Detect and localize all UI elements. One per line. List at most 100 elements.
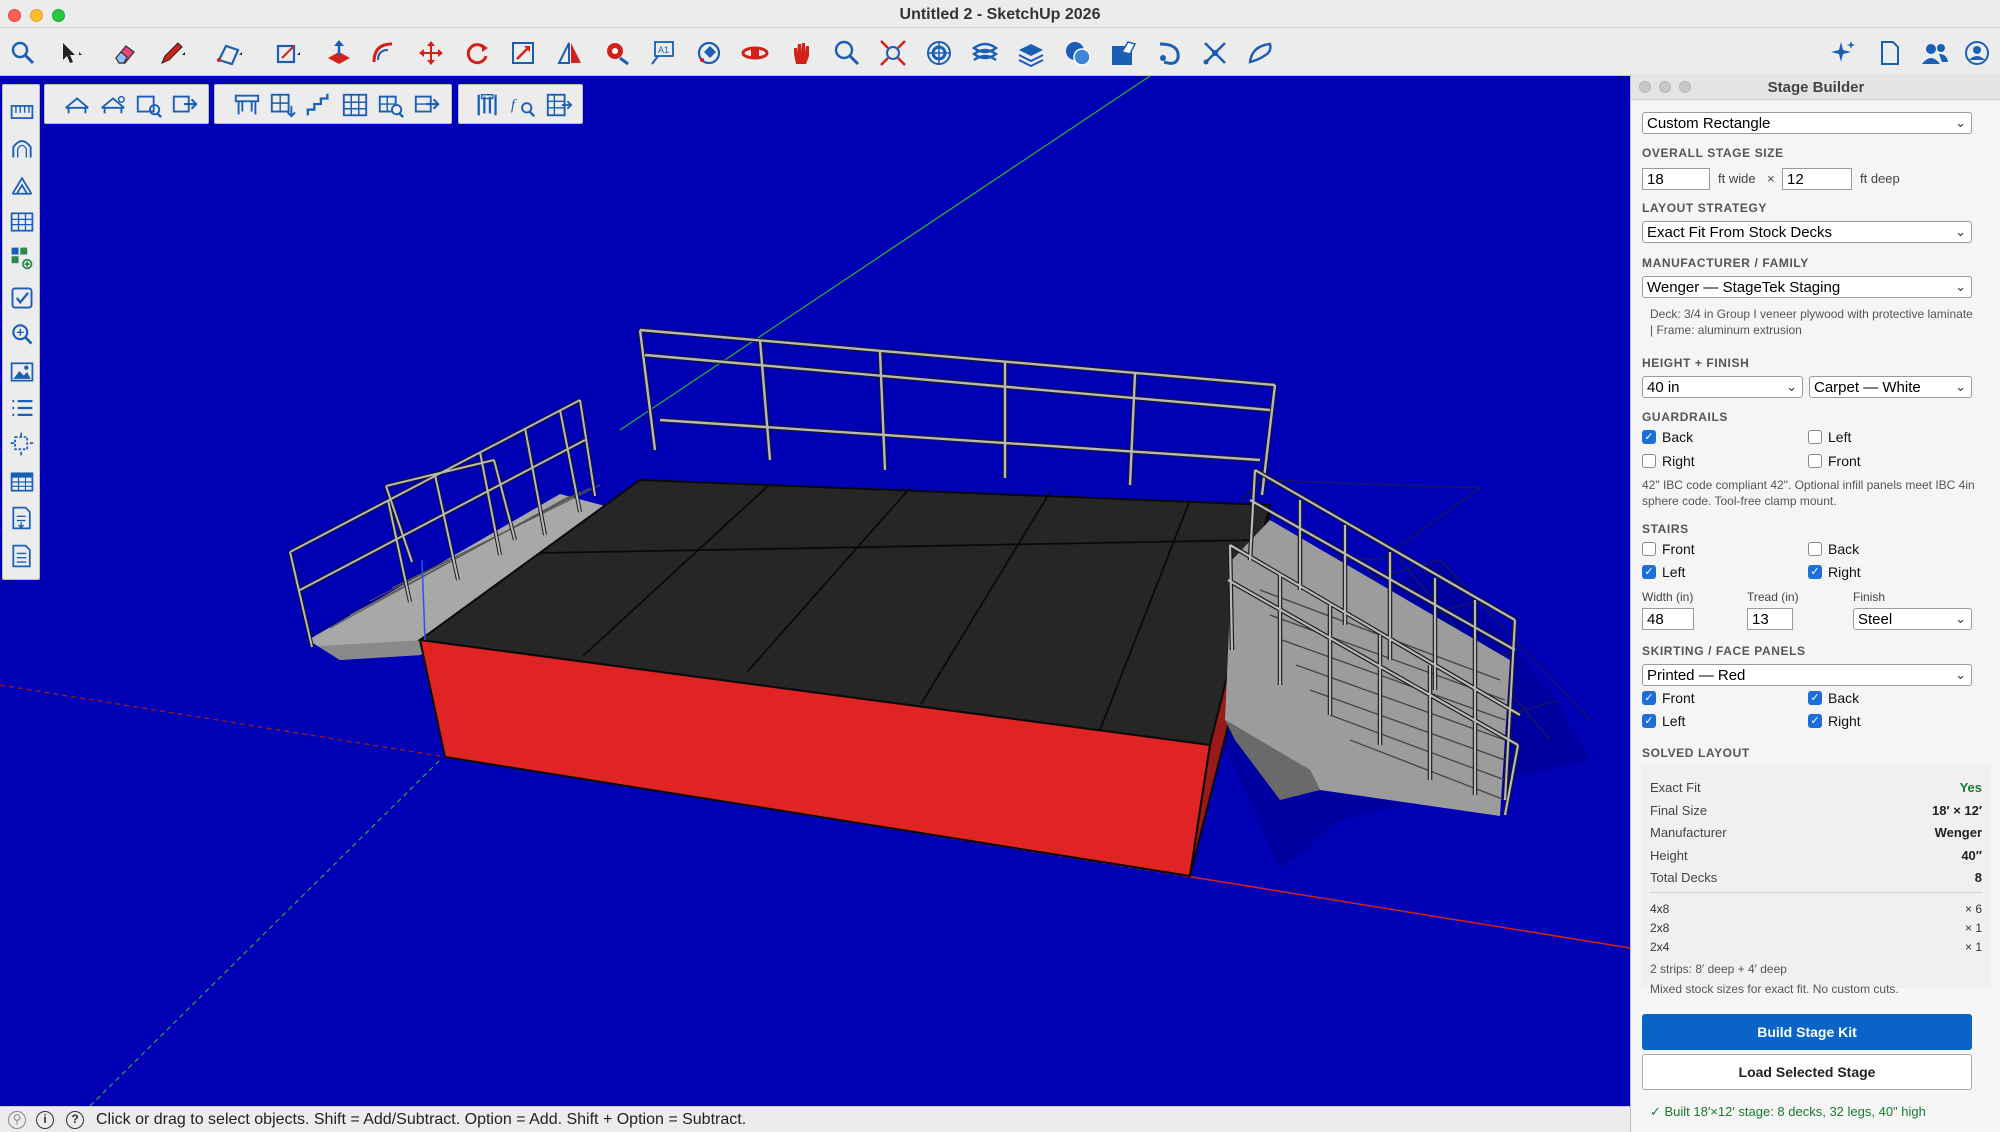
- eraser-icon[interactable]: [108, 36, 142, 70]
- stairs-right-label: Right: [1828, 564, 1861, 580]
- paint-bucket-icon[interactable]: [692, 36, 726, 70]
- columns-icon[interactable]: [473, 89, 505, 121]
- guardrail-right-checkbox[interactable]: Right: [1642, 453, 1695, 469]
- solid-tools-icon[interactable]: [1244, 36, 1278, 70]
- document-export-icon[interactable]: [7, 503, 37, 533]
- chevron-down-icon: ⌄: [1955, 379, 1966, 394]
- report-table-icon[interactable]: [7, 467, 37, 497]
- move-icon[interactable]: [414, 36, 448, 70]
- solved-manufacturer-value: Wenger: [1934, 825, 1982, 840]
- extension-warehouse-icon[interactable]: [1152, 36, 1186, 70]
- stairs-right-checkbox[interactable]: ✓ Right: [1808, 564, 1861, 580]
- geo-location-icon[interactable]: ⚲: [8, 1111, 26, 1129]
- stage-grid-down-icon[interactable]: [267, 89, 299, 121]
- select-arrow-icon[interactable]: [52, 36, 86, 70]
- stair-width-input[interactable]: 48: [1642, 608, 1694, 630]
- height-select[interactable]: 40 in ⌄: [1642, 376, 1803, 398]
- zoom-icon[interactable]: [830, 36, 864, 70]
- add-component-icon[interactable]: [7, 243, 37, 273]
- formula-search-icon[interactable]: f: [507, 89, 539, 121]
- find-grid-icon[interactable]: [375, 89, 407, 121]
- stage-depth-input[interactable]: 12: [1782, 168, 1852, 190]
- guardrail-right-label: Right: [1662, 453, 1695, 469]
- image-icon[interactable]: [7, 357, 37, 387]
- stage-deck-icon[interactable]: [61, 89, 93, 121]
- dimension-icon[interactable]: [7, 429, 37, 459]
- arch-icon[interactable]: [7, 133, 37, 163]
- ruler-icon[interactable]: [7, 97, 37, 127]
- guardrail-front-checkbox[interactable]: Front: [1808, 453, 1861, 469]
- truss-icon[interactable]: [7, 171, 37, 201]
- export-table-icon[interactable]: [169, 89, 201, 121]
- skirting-select[interactable]: Printed — Red ⌄: [1642, 664, 1972, 686]
- section-plane-icon[interactable]: [922, 36, 956, 70]
- search-icon[interactable]: [6, 36, 40, 70]
- stairs-left-label: Left: [1662, 564, 1686, 580]
- skirt-back-label: Back: [1828, 690, 1860, 706]
- rotate-icon[interactable]: [460, 36, 494, 70]
- orbit-icon[interactable]: [738, 36, 772, 70]
- finish-select[interactable]: Carpet — White ⌄: [1809, 376, 1972, 398]
- skirt-front-checkbox[interactable]: ✓ Front: [1642, 690, 1695, 706]
- 3d-viewport[interactable]: [0, 76, 1630, 1106]
- layers-icon[interactable]: [1014, 36, 1048, 70]
- push-pull-icon[interactable]: [322, 36, 356, 70]
- stage-width-input[interactable]: 18: [1642, 168, 1710, 190]
- deck-count: × 1: [1964, 921, 1982, 935]
- railing-grid-icon[interactable]: [339, 89, 371, 121]
- guardrail-left-checkbox[interactable]: Left: [1808, 429, 1851, 445]
- stair-tread-input[interactable]: 13: [1747, 608, 1793, 630]
- scale-icon[interactable]: [506, 36, 540, 70]
- skirt-left-checkbox[interactable]: ✓ Left: [1642, 713, 1685, 729]
- account-icon[interactable]: [1960, 36, 1994, 70]
- document-icon[interactable]: [1872, 36, 1906, 70]
- table-export-icon[interactable]: [543, 89, 575, 121]
- skirt-right-checkbox[interactable]: ✓ Right: [1808, 713, 1861, 729]
- grid-table-icon[interactable]: [7, 207, 37, 237]
- help-icon[interactable]: ?: [66, 1111, 84, 1129]
- line-tool-icon[interactable]: [212, 36, 246, 70]
- zoom-extents-icon[interactable]: [876, 36, 910, 70]
- checklist-icon[interactable]: [7, 283, 37, 313]
- stairs-left-checkbox[interactable]: ✓ Left: [1642, 564, 1685, 580]
- document-list-icon[interactable]: [7, 541, 37, 571]
- styles-icon[interactable]: [968, 36, 1002, 70]
- stairs-front-checkbox[interactable]: Front: [1642, 541, 1695, 557]
- report-tools-toolbar: f: [458, 84, 583, 124]
- manufacturer-select[interactable]: Wenger — StageTek Staging ⌄: [1642, 276, 1972, 298]
- height-value: 40 in: [1647, 379, 1680, 396]
- solved-height-value: 40″: [1961, 848, 1982, 863]
- profile-icon[interactable]: [1918, 36, 1952, 70]
- pencil-icon[interactable]: [155, 36, 189, 70]
- tape-measure-icon[interactable]: [600, 36, 634, 70]
- outliner-icon[interactable]: [1060, 36, 1094, 70]
- ai-sparkle-icon[interactable]: [1826, 36, 1860, 70]
- layout-strategy-heading: LAYOUT STRATEGY: [1642, 201, 1768, 215]
- stairs-icon[interactable]: [303, 89, 335, 121]
- pan-icon[interactable]: [784, 36, 818, 70]
- credits-icon[interactable]: i: [36, 1111, 54, 1129]
- skirt-back-checkbox[interactable]: ✓ Back: [1808, 690, 1859, 706]
- warehouse-icon[interactable]: [1106, 36, 1140, 70]
- export-grid-icon[interactable]: [411, 89, 443, 121]
- mixed-note: Mixed stock sizes for exact fit. No cust…: [1650, 982, 1899, 996]
- text-icon[interactable]: A1: [646, 36, 680, 70]
- stairs-back-checkbox[interactable]: Back: [1808, 541, 1859, 557]
- follow-me-icon[interactable]: [366, 36, 400, 70]
- guardrail-back-checkbox[interactable]: ✓ Back: [1642, 429, 1693, 445]
- stage-top-icon[interactable]: [231, 89, 263, 121]
- stage-type-select[interactable]: Custom Rectangle ⌄: [1642, 112, 1972, 134]
- inspect-icon[interactable]: [7, 319, 37, 349]
- load-selected-stage-button[interactable]: Load Selected Stage: [1642, 1054, 1972, 1090]
- build-stage-kit-button[interactable]: Build Stage Kit: [1642, 1014, 1972, 1050]
- find-table-icon[interactable]: [133, 89, 165, 121]
- flip-icon[interactable]: [553, 36, 587, 70]
- rectangle-icon[interactable]: [270, 36, 304, 70]
- sandbox-icon[interactable]: [1198, 36, 1232, 70]
- stage-riser-icon[interactable]: [97, 89, 129, 121]
- list-icon[interactable]: [7, 393, 37, 423]
- guardrail-front-label: Front: [1828, 453, 1861, 469]
- layout-strategy-select[interactable]: Exact Fit From Stock Decks ⌄: [1642, 221, 1972, 243]
- stair-finish-select[interactable]: Steel ⌄: [1853, 608, 1972, 630]
- skirt-front-label: Front: [1662, 690, 1695, 706]
